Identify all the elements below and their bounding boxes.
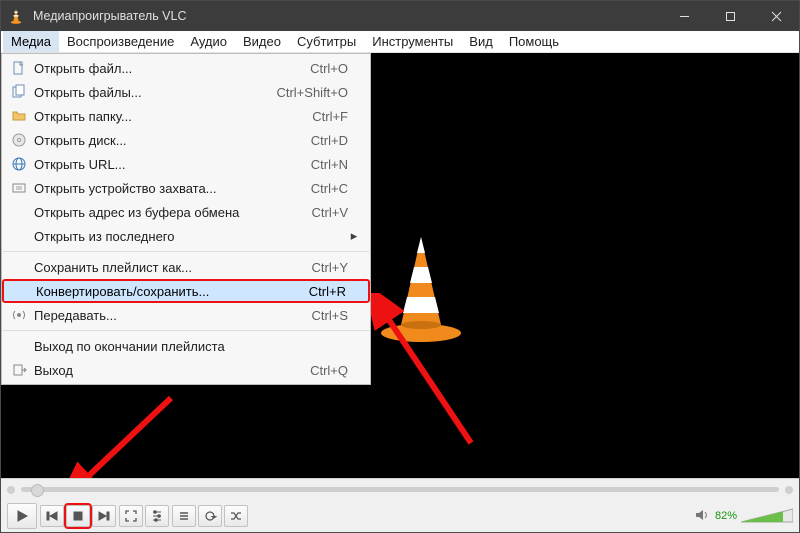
menu-tools[interactable]: Инструменты [364, 31, 461, 52]
quit-icon [8, 362, 30, 378]
menu-open-recent[interactable]: Открыть из последнего ▸ [2, 224, 370, 248]
file-icon [8, 60, 30, 76]
playlist-button[interactable] [172, 505, 196, 527]
menu-item-shortcut: Ctrl+Shift+O [264, 85, 348, 100]
menu-item-label: Выход по окончании плейлиста [30, 339, 336, 354]
menu-item-label: Открыть файл... [30, 61, 298, 76]
stop-button[interactable] [66, 505, 90, 527]
menu-item-shortcut: Ctrl+O [298, 61, 348, 76]
menu-item-shortcut: Ctrl+F [300, 109, 348, 124]
menu-subtitles[interactable]: Субтитры [289, 31, 364, 52]
seek-bar[interactable] [1, 478, 799, 500]
menu-item-label: Передавать... [30, 308, 300, 323]
seek-track[interactable] [21, 487, 779, 492]
speaker-icon [695, 508, 711, 525]
menu-item-shortcut: Ctrl+Y [300, 260, 348, 275]
menu-item-label: Открыть адрес из буфера обмена [30, 205, 300, 220]
menu-open-files[interactable]: Открыть файлы... Ctrl+Shift+O [2, 80, 370, 104]
menu-item-label: Открыть устройство захвата... [30, 181, 299, 196]
prev-button[interactable] [40, 505, 64, 527]
menu-item-shortcut: Ctrl+R [297, 284, 346, 299]
menu-separator [3, 251, 369, 252]
volume-slider[interactable] [741, 507, 793, 525]
window-title: Медиапроигрыватель VLC [33, 9, 661, 23]
volume-percent: 82% [715, 510, 737, 522]
seek-start-cap [7, 486, 15, 494]
extended-settings-button[interactable] [145, 505, 169, 527]
maximize-button[interactable] [707, 1, 753, 31]
menu-item-label: Открыть файлы... [30, 85, 264, 100]
menu-item-label: Выход [30, 363, 298, 378]
menubar: Медиа Воспроизведение Аудио Видео Субтит… [1, 31, 799, 53]
menu-view[interactable]: Вид [461, 31, 501, 52]
menu-playback[interactable]: Воспроизведение [59, 31, 182, 52]
annotation-arrow-to-convert [371, 293, 481, 453]
folder-icon [8, 108, 30, 124]
menu-quit[interactable]: Выход Ctrl+Q [2, 358, 370, 382]
titlebar: Медиапроигрыватель VLC [1, 1, 799, 31]
fullscreen-button[interactable] [119, 505, 143, 527]
view-group [119, 505, 169, 527]
menu-item-label: Открыть URL... [30, 157, 299, 172]
seek-end-cap [785, 486, 793, 494]
capture-icon [8, 180, 30, 196]
menu-item-shortcut: Ctrl+N [299, 157, 348, 172]
chevron-right-icon: ▸ [348, 228, 360, 244]
menu-item-shortcut: Ctrl+Q [298, 363, 348, 378]
menu-save-playlist[interactable]: Сохранить плейлист как... Ctrl+Y [2, 255, 370, 279]
files-icon [8, 84, 30, 100]
next-button[interactable] [92, 505, 116, 527]
controls-bar: 82% [1, 500, 799, 532]
vlc-cone-icon [7, 7, 25, 25]
menu-video[interactable]: Видео [235, 31, 289, 52]
menu-item-label: Конвертировать/сохранить... [32, 284, 297, 299]
menu-stream[interactable]: Передавать... Ctrl+S [2, 303, 370, 327]
menu-open-file[interactable]: Открыть файл... Ctrl+O [2, 56, 370, 80]
menu-item-shortcut: Ctrl+C [299, 181, 348, 196]
menu-quit-after-playlist[interactable]: Выход по окончании плейлиста [2, 334, 370, 358]
menu-item-label: Сохранить плейлист как... [30, 260, 300, 275]
minimize-button[interactable] [661, 1, 707, 31]
stream-icon [8, 307, 30, 323]
menu-open-disc[interactable]: Открыть диск... Ctrl+D [2, 128, 370, 152]
menu-item-shortcut: Ctrl+V [300, 205, 348, 220]
annotation-arrow-to-stop [61, 388, 181, 478]
menu-media[interactable]: Медиа [3, 31, 59, 52]
disc-icon [8, 132, 30, 148]
menu-open-url[interactable]: Открыть URL... Ctrl+N [2, 152, 370, 176]
menu-item-shortcut: Ctrl+S [300, 308, 348, 323]
network-icon [8, 156, 30, 172]
menu-convert-save[interactable]: Конвертировать/сохранить... Ctrl+R [2, 279, 370, 303]
menu-audio[interactable]: Аудио [182, 31, 235, 52]
menu-item-label: Открыть из последнего [30, 229, 336, 244]
menu-item-shortcut: Ctrl+D [299, 133, 348, 148]
media-dropdown: Открыть файл... Ctrl+O Открыть файлы... … [1, 53, 371, 385]
transport-group [40, 505, 116, 527]
menu-open-clipboard[interactable]: Открыть адрес из буфера обмена Ctrl+V [2, 200, 370, 224]
loop-button[interactable] [198, 505, 222, 527]
menu-separator [3, 330, 369, 331]
menu-item-label: Открыть папку... [30, 109, 300, 124]
menu-help[interactable]: Помощь [501, 31, 567, 52]
volume-control[interactable]: 82% [695, 507, 793, 525]
shuffle-button[interactable] [224, 505, 248, 527]
menu-open-folder[interactable]: Открыть папку... Ctrl+F [2, 104, 370, 128]
video-area: Открыть файл... Ctrl+O Открыть файлы... … [1, 53, 799, 478]
menu-item-label: Открыть диск... [30, 133, 299, 148]
menu-open-capture[interactable]: Открыть устройство захвата... Ctrl+C [2, 176, 370, 200]
close-button[interactable] [753, 1, 799, 31]
play-button[interactable] [7, 503, 37, 529]
app-window: Медиапроигрыватель VLC Медиа Воспроизвед… [0, 0, 800, 533]
playlist-group [172, 505, 248, 527]
